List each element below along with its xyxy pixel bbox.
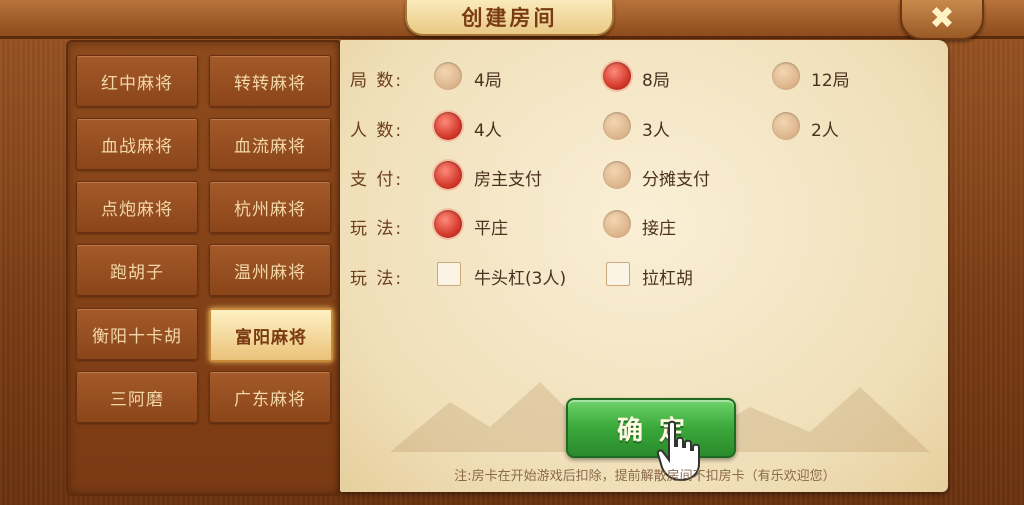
game-item-label: 广东麻将 xyxy=(234,389,306,410)
game-item-wenzhou[interactable]: 温州麻将 xyxy=(209,244,331,296)
game-item-xueliu[interactable]: 血流麻将 xyxy=(209,118,331,170)
rounds-option-8: 8局 xyxy=(642,71,670,91)
game-item-label: 红中麻将 xyxy=(101,73,173,94)
game-item-label: 温州麻将 xyxy=(234,262,306,283)
radio-rounds-4[interactable] xyxy=(434,62,462,90)
game-item-sanamo[interactable]: 三阿磨 xyxy=(76,371,198,423)
game-type-sidebar: 红中麻将 转转麻将 血战麻将 血流麻将 点炮麻将 杭州麻将 跑胡子 温州麻将 衡… xyxy=(66,40,342,496)
radio-players-3[interactable] xyxy=(603,112,631,140)
radio-players-2[interactable] xyxy=(772,112,800,140)
game-item-label: 点炮麻将 xyxy=(101,199,173,220)
radio-players-4[interactable] xyxy=(434,112,462,140)
game-item-dianpao[interactable]: 点炮麻将 xyxy=(76,181,198,233)
game-item-label: 跑胡子 xyxy=(110,262,164,283)
rounds-option-12: 12局 xyxy=(811,71,850,91)
game-item-label: 转转麻将 xyxy=(234,73,306,94)
game-item-guangdong[interactable]: 广东麻将 xyxy=(209,371,331,423)
players-option-2: 2人 xyxy=(811,121,839,141)
game-item-label: 衡阳十卡胡 xyxy=(92,326,182,347)
payment-label: 支 付: xyxy=(350,170,404,190)
rounds-option-4: 4局 xyxy=(474,71,502,91)
play-mode-label: 玩 法: xyxy=(350,219,404,239)
play-option-pingzhuang: 平庄 xyxy=(474,219,508,239)
close-button[interactable]: ✖ xyxy=(900,0,984,40)
game-item-hengyang[interactable]: 衡阳十卡胡 xyxy=(76,308,198,360)
radio-play-pingzhuang[interactable] xyxy=(434,210,462,238)
payment-option-split: 分摊支付 xyxy=(642,170,710,190)
game-item-hangzhou[interactable]: 杭州麻将 xyxy=(209,181,331,233)
game-item-paohuzi[interactable]: 跑胡子 xyxy=(76,244,198,296)
room-card-note: 注:房卡在开始游戏后扣除，提前解散房间不扣房卡（有乐欢迎您） xyxy=(454,469,836,484)
rounds-label: 局 数: xyxy=(350,71,404,91)
radio-payment-owner[interactable] xyxy=(434,161,462,189)
players-option-4: 4人 xyxy=(474,121,502,141)
radio-rounds-12[interactable] xyxy=(772,62,800,90)
title-plate: 创建房间 xyxy=(405,0,614,36)
radio-rounds-8[interactable] xyxy=(603,62,631,90)
game-item-zhuanzhuan[interactable]: 转转麻将 xyxy=(209,55,331,107)
extras-label: 玩 法: xyxy=(350,269,404,289)
game-item-label: 血战麻将 xyxy=(101,136,173,157)
confirm-button[interactable]: 确定 xyxy=(566,398,736,458)
extras-option-niutougang: 牛头杠(3人) xyxy=(474,269,567,289)
game-item-hongzhong[interactable]: 红中麻将 xyxy=(76,55,198,107)
checkbox-niutougang[interactable] xyxy=(437,262,461,286)
players-option-3: 3人 xyxy=(642,121,670,141)
game-item-label: 杭州麻将 xyxy=(234,199,306,220)
payment-option-owner: 房主支付 xyxy=(474,170,542,190)
dialog-title: 创建房间 xyxy=(461,5,558,30)
game-item-label: 血流麻将 xyxy=(234,136,306,157)
extras-option-lagang: 拉杠胡 xyxy=(642,269,693,289)
play-option-jiezhuang: 接庄 xyxy=(642,219,676,239)
radio-play-jiezhuang[interactable] xyxy=(603,210,631,238)
checkbox-lagang[interactable] xyxy=(606,262,630,286)
close-icon: ✖ xyxy=(929,1,955,36)
game-item-label: 富阳麻将 xyxy=(235,327,307,348)
game-item-xuezhan[interactable]: 血战麻将 xyxy=(76,118,198,170)
radio-payment-split[interactable] xyxy=(603,161,631,189)
game-item-label: 三阿磨 xyxy=(110,389,164,410)
game-item-fuyang[interactable]: 富阳麻将 xyxy=(209,308,333,362)
players-label: 人 数: xyxy=(350,121,404,141)
